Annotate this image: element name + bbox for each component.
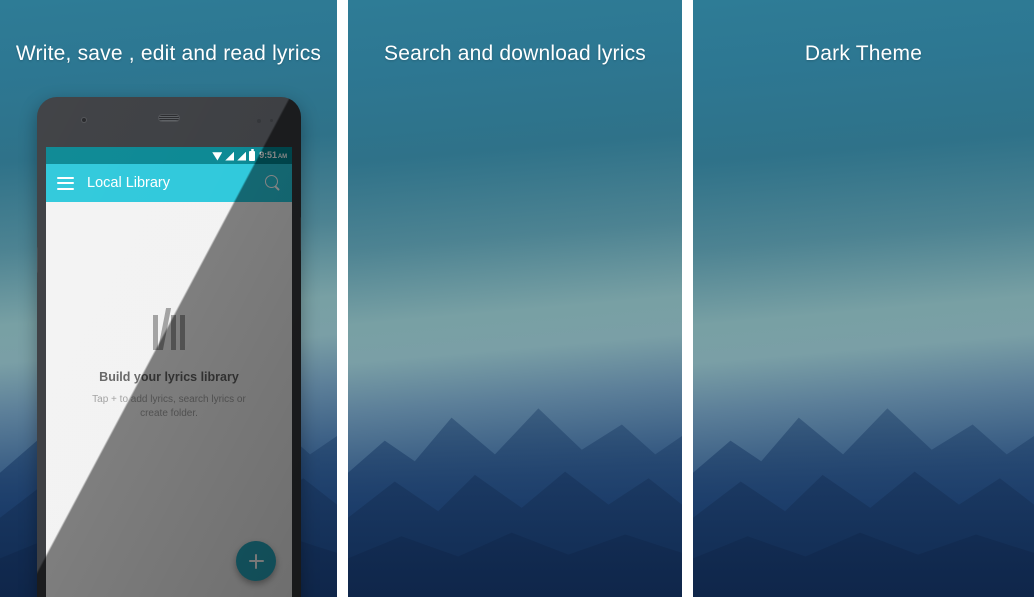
page-title: Local Library — [87, 175, 171, 191]
screenshot-stage: Write, save , edit and read lyrics 9:51A… — [0, 0, 1034, 597]
plus-icon — [248, 553, 264, 569]
panel-background — [348, 0, 682, 597]
power-button — [300, 217, 301, 251]
panel-background — [693, 0, 1034, 597]
status-bar-icons — [212, 148, 256, 161]
feature-panel-write-save-edit: Write, save , edit and read lyrics 9:51A… — [0, 0, 337, 597]
phone-mockup: 9:51AM Local Library Build your lyrics l… — [37, 97, 301, 597]
signal-icon-2 — [237, 151, 247, 161]
add-fab-button[interactable] — [236, 541, 276, 581]
feature-panel-search-download: Search and download lyrics 9: — [348, 0, 682, 597]
hamburger-icon[interactable] — [57, 176, 74, 190]
phone-bezel-top — [37, 97, 301, 147]
panel-headline: Dark Theme — [804, 42, 923, 65]
empty-state-title: Build your lyrics library — [99, 369, 239, 384]
search-icon[interactable] — [265, 175, 281, 191]
empty-state: Build your lyrics library Tap + to add l… — [46, 202, 292, 597]
status-bar-clock: 9:51AM — [259, 150, 287, 161]
light-sensor-icon — [270, 119, 273, 122]
phone-screen: 9:51AM Local Library Build your lyrics l… — [46, 147, 292, 597]
feature-panel-dark-theme: Dark Theme 7:44AM — [693, 0, 1034, 597]
wifi-icon — [212, 152, 223, 161]
volume-button — [37, 247, 38, 273]
clock-ampm: AM — [277, 154, 287, 160]
earpiece-speaker-icon — [158, 114, 180, 122]
app-bar: Local Library — [46, 164, 292, 202]
panel-headline: Write, save , edit and read lyrics — [15, 42, 322, 65]
signal-icon-1 — [225, 151, 235, 161]
front-camera-icon — [81, 117, 87, 123]
lyrics-bars-logo — [153, 307, 185, 350]
panel-headline: Search and download lyrics — [383, 42, 646, 65]
clock-time: 9:51 — [259, 150, 277, 160]
battery-icon — [249, 148, 256, 161]
status-bar: 9:51AM — [46, 147, 292, 164]
empty-state-subtitle: Tap + to add lyrics, search lyrics or cr… — [92, 393, 246, 420]
proximity-sensor-icon — [257, 119, 261, 123]
